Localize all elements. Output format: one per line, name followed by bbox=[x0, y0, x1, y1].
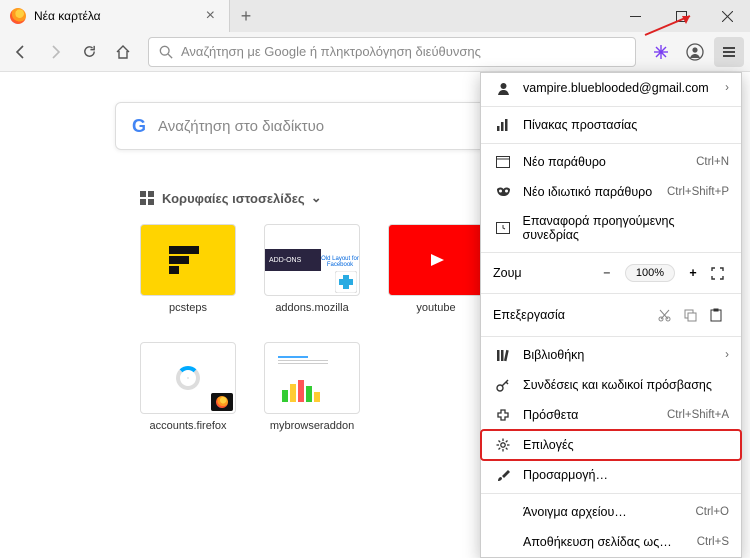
topsite-tile[interactable]: accounts.firefox bbox=[140, 342, 236, 432]
search-icon bbox=[159, 45, 173, 59]
account-icon bbox=[493, 81, 513, 96]
zoom-out-button[interactable]: − bbox=[595, 261, 619, 285]
app-menu-button[interactable] bbox=[714, 37, 744, 67]
paintbrush-icon bbox=[493, 468, 513, 482]
account-icon[interactable] bbox=[680, 37, 710, 67]
menu-account[interactable]: vampire.blueblooded@gmail.com › bbox=[481, 73, 741, 103]
menu-options[interactable]: Επιλογές bbox=[481, 430, 741, 460]
restore-icon bbox=[493, 222, 512, 234]
nav-reload-button[interactable] bbox=[74, 37, 104, 67]
extension-snowflake-icon[interactable] bbox=[646, 37, 676, 67]
url-bar[interactable]: Αναζήτηση με Google ή πληκτρολόγηση διεύ… bbox=[148, 37, 636, 67]
menu-save-page[interactable]: Αποθήκευση σελίδας ως… Ctrl+S bbox=[481, 527, 741, 557]
zoom-in-button[interactable]: + bbox=[681, 261, 705, 285]
dashboard-icon bbox=[493, 118, 513, 132]
mask-icon bbox=[493, 187, 513, 197]
puzzle-icon bbox=[493, 408, 513, 422]
window-minimize-button[interactable] bbox=[612, 0, 658, 32]
google-icon: G bbox=[132, 116, 146, 137]
menu-new-window[interactable]: Νέο παράθυρο Ctrl+N bbox=[481, 147, 741, 177]
topsite-tile[interactable]: pcsteps bbox=[140, 224, 236, 314]
grid-icon bbox=[140, 191, 154, 205]
menu-protections[interactable]: Πίνακας προστασίας bbox=[481, 110, 741, 140]
tab-close-button[interactable]: × bbox=[202, 7, 219, 25]
topsite-tile[interactable]: youtube bbox=[388, 224, 484, 314]
app-menu-panel: vampire.blueblooded@gmail.com › Πίνακας … bbox=[480, 72, 742, 558]
zoom-level[interactable]: 100% bbox=[625, 264, 675, 282]
menu-library[interactable]: Βιβλιοθήκη › bbox=[481, 340, 741, 370]
key-icon bbox=[493, 378, 513, 392]
library-icon bbox=[493, 349, 513, 362]
url-placeholder: Αναζήτηση με Google ή πληκτρολόγηση διεύ… bbox=[181, 44, 481, 59]
chevron-right-icon: › bbox=[725, 82, 729, 94]
menu-edit-row: Επεξεργασία bbox=[481, 297, 741, 333]
menu-customize[interactable]: Προσαρμογή… bbox=[481, 460, 741, 490]
fullscreen-button[interactable] bbox=[705, 261, 729, 285]
firefox-icon bbox=[10, 8, 26, 24]
paste-button[interactable] bbox=[703, 303, 729, 327]
new-tab-button[interactable]: + bbox=[230, 0, 262, 32]
gear-icon bbox=[493, 438, 513, 452]
menu-new-private-window[interactable]: Νέο ιδιωτικό παράθυρο Ctrl+Shift+P bbox=[481, 177, 741, 207]
nav-forward-button[interactable] bbox=[40, 37, 70, 67]
browser-tab[interactable]: Νέα καρτέλα × bbox=[0, 0, 230, 32]
topsite-tile[interactable]: mybrowseraddon bbox=[264, 342, 360, 432]
cut-button[interactable] bbox=[651, 303, 677, 327]
topsite-tile[interactable]: ADD-ONSOld Layout for Facebookaddons.moz… bbox=[264, 224, 360, 314]
tab-title: Νέα καρτέλα bbox=[34, 9, 101, 23]
menu-restore-session[interactable]: Επαναφορά προηγούμενης συνεδρίας bbox=[481, 207, 741, 249]
menu-zoom-row: Ζουμ − 100% + bbox=[481, 256, 741, 290]
menu-logins[interactable]: Συνδέσεις και κωδικοί πρόσβασης bbox=[481, 370, 741, 400]
window-maximize-button[interactable] bbox=[658, 0, 704, 32]
window-close-button[interactable] bbox=[704, 0, 750, 32]
search-placeholder: Αναζήτηση στο διαδίκτυο bbox=[158, 118, 324, 135]
window-icon bbox=[493, 156, 513, 168]
chevron-right-icon: › bbox=[725, 349, 729, 361]
menu-open-file[interactable]: Άνοιγμα αρχείου… Ctrl+O bbox=[481, 497, 741, 527]
chevron-down-icon: ⌄ bbox=[311, 190, 322, 206]
nav-home-button[interactable] bbox=[108, 37, 138, 67]
menu-addons[interactable]: Πρόσθετα Ctrl+Shift+A bbox=[481, 400, 741, 430]
copy-button[interactable] bbox=[677, 303, 703, 327]
nav-back-button[interactable] bbox=[6, 37, 36, 67]
